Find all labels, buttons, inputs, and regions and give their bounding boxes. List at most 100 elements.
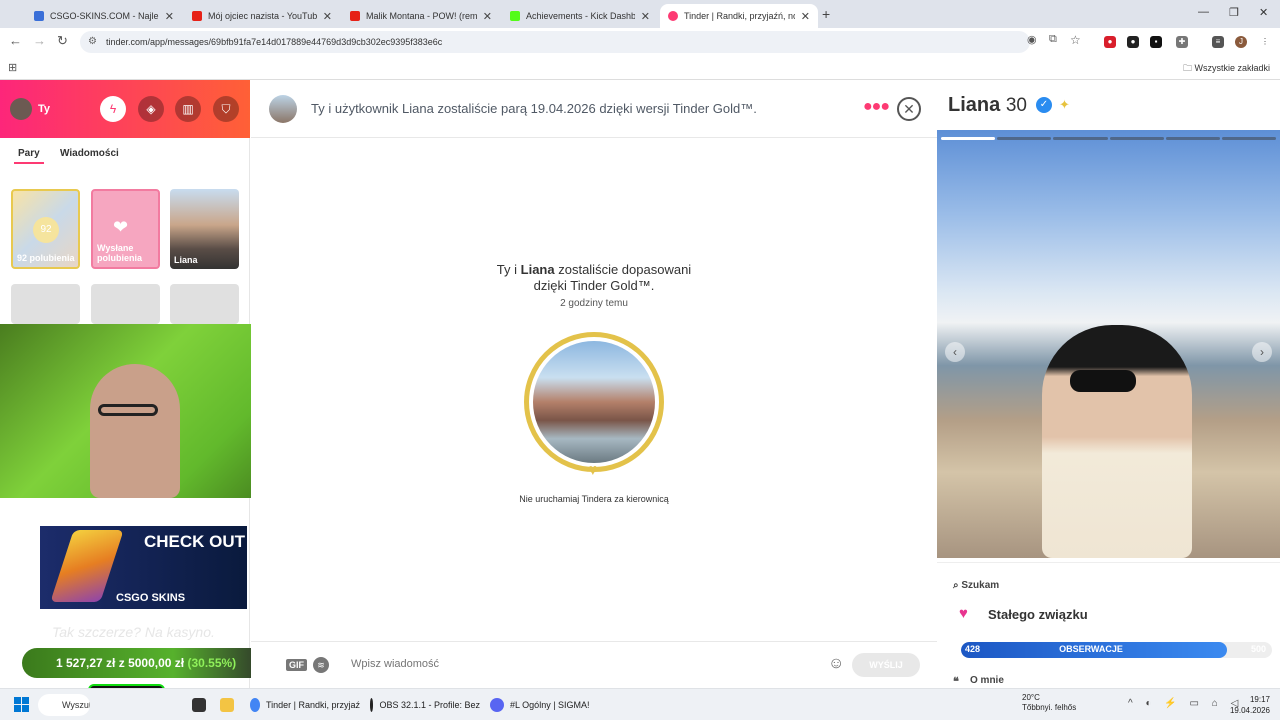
- spotify-icon[interactable]: ≋: [313, 657, 329, 673]
- match-card[interactable]: [170, 284, 239, 324]
- likes-count-badge: 92: [33, 217, 59, 243]
- browser-tab-active[interactable]: Tinder | Randki, przyjaźń, nowe ✕: [660, 4, 818, 28]
- boost-icon[interactable]: ϟ: [100, 96, 126, 122]
- promo-text: CHECK OUT THE BEST CASES: [144, 532, 254, 551]
- location-icon[interactable]: ◉: [1027, 33, 1037, 46]
- taskbar-app-obs[interactable]: OBS 32.1.1 - Profile: Bez: [370, 694, 480, 716]
- prev-photo-icon[interactable]: ‹: [945, 342, 965, 362]
- sunglasses-shape: [1070, 370, 1136, 392]
- sent-likes-card[interactable]: ❤ Wysłane polubienia: [91, 189, 160, 269]
- send-button[interactable]: WYŚLIJ: [852, 653, 920, 677]
- explore-icon[interactable]: ◈: [138, 96, 164, 122]
- close-icon[interactable]: ✕: [165, 10, 174, 23]
- match-card[interactable]: Liana: [170, 189, 239, 269]
- back-icon[interactable]: ←: [9, 33, 22, 48]
- photo-indicator[interactable]: [1221, 137, 1277, 140]
- taskbar-search[interactable]: Wyszukaj: [38, 694, 90, 716]
- tab-matches[interactable]: Pary: [18, 148, 40, 159]
- browser-tab[interactable]: Malik Montana - POW! (rem ✕: [342, 4, 500, 28]
- weather-widget[interactable]: 20°C Tőbbnyi. felhős: [1022, 693, 1076, 713]
- watch-max: 500: [1250, 644, 1266, 654]
- file-explorer-icon[interactable]: [220, 694, 234, 716]
- heart-icon: ♥: [959, 605, 968, 622]
- tab-messages[interactable]: Wiadomości: [60, 148, 119, 159]
- briefcase-icon[interactable]: ▥: [175, 96, 201, 122]
- user-name[interactable]: Ty: [38, 103, 50, 115]
- taskview-icon[interactable]: [192, 694, 206, 716]
- extension-icon[interactable]: ●: [1104, 36, 1116, 48]
- stream-caption: Tak szczerze? Na kasyno.: [52, 624, 215, 640]
- photo-indicator[interactable]: [1053, 137, 1108, 140]
- close-icon[interactable]: ✕: [641, 10, 650, 23]
- match-card[interactable]: [11, 284, 80, 324]
- bookmark-star-icon[interactable]: ☆: [1070, 33, 1081, 47]
- safety-warning: Nie uruchamiaj Tindera za kierownicą: [519, 494, 669, 504]
- browser-tab[interactable]: Mój ojciec nazista - YouTube ✕: [184, 4, 340, 28]
- menu-icon[interactable]: ⋮: [1259, 36, 1271, 48]
- gif-button[interactable]: GIF: [286, 659, 307, 671]
- url-field[interactable]: ⚙ tinder.com/app/messages/69bfb91fa7e14d…: [80, 31, 1030, 53]
- sidebar-header: Ty ϟ ◈ ▥ ⛉: [0, 80, 250, 138]
- profile-avatar-icon[interactable]: J: [1235, 36, 1247, 48]
- promo-banner: CHECK OUT THE BEST CASES CSGO SKINS: [40, 526, 254, 609]
- restore-icon[interactable]: ❐: [1229, 6, 1239, 19]
- taskbar-app-discord[interactable]: #L Ogólny | SIGMA!: [490, 694, 605, 716]
- gold-heart-icon: ♥: [588, 462, 598, 479]
- shield-icon[interactable]: ⛉: [213, 96, 239, 122]
- new-tab-icon[interactable]: +: [822, 6, 830, 22]
- address-bar-row: ← → ↻ ⚙ tinder.com/app/messages/69bfb91f…: [0, 28, 1280, 56]
- close-icon[interactable]: ✕: [801, 10, 810, 23]
- site-info-icon[interactable]: ⚙: [88, 31, 97, 53]
- match-photo: [533, 341, 655, 463]
- apps-grid-icon[interactable]: ⊞: [8, 61, 17, 74]
- browser-tab-bar: CSGO-SKINS.COM - Najlepsze ✕ Mój ojciec …: [0, 0, 1280, 28]
- windows-start-icon[interactable]: [14, 697, 29, 712]
- photo-indicator[interactable]: [1165, 137, 1220, 140]
- taskbar-app-chrome[interactable]: Tinder | Randki, przyjaź: [250, 694, 360, 716]
- match-avatar[interactable]: [269, 95, 297, 123]
- close-icon[interactable]: ✕: [483, 10, 492, 23]
- message-input[interactable]: [351, 658, 811, 670]
- quote-icon: ❝: [953, 676, 959, 688]
- browser-tab[interactable]: Achievements - Kick Dashboard ✕: [502, 4, 658, 28]
- youtube-icon: [192, 11, 202, 21]
- match-card[interactable]: [91, 284, 160, 324]
- profile-photo[interactable]: ‹ ›: [937, 130, 1280, 558]
- photo-indicator[interactable]: [1109, 137, 1164, 140]
- taskbar-app-label: Tinder | Randki, przyjaź: [265, 700, 360, 710]
- tab-title: Tinder | Randki, przyjaźń, nowe: [684, 11, 795, 21]
- puzzle-icon[interactable]: ✚: [1176, 36, 1188, 48]
- minimize-icon[interactable]: —: [1198, 6, 1209, 18]
- looking-for-label-text: Szukam: [961, 580, 1000, 591]
- balance-current: 1 527,27 zł: [56, 656, 116, 670]
- media-icon[interactable]: ≡: [1212, 36, 1224, 48]
- extension-icon[interactable]: ▪: [1150, 36, 1162, 48]
- tab-favicon-icon: [34, 11, 44, 21]
- window-close-icon[interactable]: ✕: [1259, 6, 1268, 19]
- reload-icon[interactable]: ↻: [57, 33, 68, 49]
- photo-indicator[interactable]: [997, 137, 1052, 140]
- install-icon[interactable]: ⧉: [1049, 33, 1057, 46]
- sent-likes-label: Wysłane polubienia: [97, 243, 142, 263]
- all-bookmarks[interactable]: 🗀 Wszystkie zakładki: [1183, 61, 1270, 77]
- taskbar-search-label: Wyszukaj: [62, 700, 90, 710]
- close-icon[interactable]: ✕: [323, 10, 332, 23]
- likes-card[interactable]: 92 92 polubienia: [11, 189, 80, 269]
- chat-header: Ty i użytkownik Liana zostaliście parą 1…: [251, 80, 937, 138]
- clock[interactable]: 19:17 19.04.2026: [1220, 694, 1270, 716]
- forward-icon[interactable]: →: [33, 33, 46, 48]
- match-photo-ring[interactable]: [524, 332, 664, 472]
- browser-tab[interactable]: CSGO-SKINS.COM - Najlepsze ✕: [26, 4, 182, 28]
- promo-brand: CSGO SKINS: [116, 592, 186, 604]
- next-photo-icon[interactable]: ›: [1252, 342, 1272, 362]
- extension-icon[interactable]: ●: [1127, 36, 1139, 48]
- photo-indicator[interactable]: [941, 137, 996, 140]
- message-composer: GIF ≋ ☺ WYŚLIJ: [251, 641, 937, 688]
- emoji-icon[interactable]: ☺: [828, 655, 844, 673]
- glasses-icon: [98, 404, 158, 416]
- chrome-icon: [250, 698, 260, 712]
- close-chat-icon[interactable]: ✕: [897, 97, 921, 121]
- profile-info: ⌕ Szukam ♥ Stałego związku 428 OBSERWACJ…: [937, 562, 1280, 688]
- more-options-icon[interactable]: ●●●: [863, 98, 890, 116]
- avatar[interactable]: [10, 98, 32, 120]
